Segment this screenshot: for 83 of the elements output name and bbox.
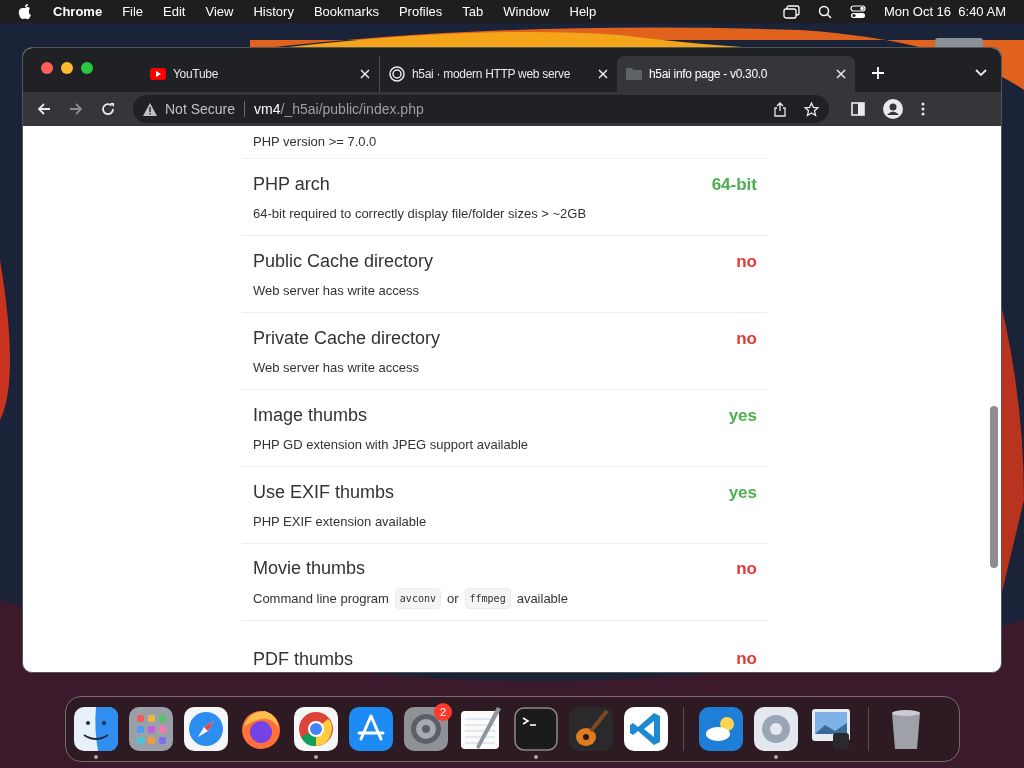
plus-icon[interactable]: [871, 66, 885, 80]
menu-item[interactable]: Bookmarks: [313, 1, 379, 22]
check-description: Web server has write access: [253, 281, 420, 300]
menu-item[interactable]: Profiles: [398, 1, 443, 22]
screens-icon[interactable]: [782, 4, 800, 19]
menu-clock[interactable]: Mon Oct 16 6:40 AM: [883, 1, 1006, 22]
check-status: yes: [728, 404, 757, 427]
check-description: available: [516, 589, 568, 608]
close-icon[interactable]: [598, 69, 608, 79]
star-icon[interactable]: [804, 101, 819, 117]
check-status: no: [736, 327, 757, 350]
weather-cloud-icon[interactable]: [699, 707, 743, 751]
check-title: PHP arch: [253, 172, 330, 196]
check-description: PHP version >= 7.0.0: [253, 133, 378, 152]
chevron-down-icon[interactable]: [975, 69, 987, 77]
compass-icon[interactable]: [184, 707, 228, 751]
browser-tab[interactable]: h5ai info page - v0.30.0: [617, 56, 855, 92]
menu-item[interactable]: Window: [503, 1, 550, 22]
check-description: Command line program: [253, 589, 389, 608]
warning-icon: [143, 102, 157, 116]
menu-item[interactable]: Help: [569, 1, 597, 22]
check-title: Movie thumbs: [253, 557, 366, 580]
reload-icon[interactable]: [101, 102, 115, 116]
check-description: Web server has write access: [253, 358, 420, 377]
app-grid-icon[interactable]: [129, 707, 173, 751]
check-title: Public Cache directory: [253, 249, 434, 273]
close-window-button[interactable]: [41, 62, 53, 74]
check-title: PDF thumbs: [253, 647, 354, 671]
check-title: Image thumbs: [253, 403, 368, 427]
terminal-icon[interactable]: [514, 707, 558, 751]
tab-title: YouTube: [173, 66, 220, 83]
photo-viewer-icon[interactable]: [809, 707, 853, 751]
ring-icon: [389, 66, 405, 82]
notepad-pen-icon[interactable]: [459, 707, 503, 751]
video-play-icon: [150, 68, 166, 80]
forward-arrow-icon[interactable]: [69, 102, 83, 116]
check-status: 64-bit: [711, 173, 757, 196]
more-menu-icon[interactable]: [921, 102, 925, 116]
menu-item[interactable]: View: [205, 1, 234, 22]
menu-item[interactable]: Tab: [462, 1, 484, 22]
scrollbar-thumb[interactable]: [990, 406, 998, 568]
back-arrow-icon[interactable]: [37, 102, 51, 116]
notification-badge: 2: [434, 703, 452, 721]
security-label: Not Secure: [165, 99, 236, 119]
menu-item[interactable]: File: [122, 1, 144, 22]
browser-tab[interactable]: YouTube: [141, 56, 379, 92]
gear-icon[interactable]: [754, 707, 798, 751]
apple-logo-icon[interactable]: [18, 3, 32, 20]
code-editor-icon[interactable]: [624, 707, 668, 751]
check-status: no: [736, 557, 757, 580]
menu-app-name[interactable]: Chrome: [53, 1, 103, 22]
side-panel-icon[interactable]: [851, 102, 865, 116]
settings-icon[interactable]: [404, 707, 448, 751]
tab-title: h5ai info page - v0.30.0: [649, 66, 769, 83]
address-bar[interactable]: Not Secure vm4/_h5ai/public/index.php: [133, 95, 829, 123]
close-icon[interactable]: [836, 69, 846, 79]
check-description: PHP GD extension with JPEG support available: [253, 435, 530, 454]
share-icon[interactable]: [774, 101, 786, 117]
search-icon[interactable]: [817, 4, 832, 19]
check-title: Use EXIF thumbs: [253, 480, 395, 504]
check-description: PHP EXIF extension available: [253, 512, 428, 531]
folder-icon: [626, 67, 642, 81]
app-store-icon[interactable]: [349, 707, 393, 751]
check-description: 64-bit required to correctly display file/folder sizes > ~2GB: [253, 204, 588, 223]
check-title: Private Cache directory: [253, 326, 441, 350]
check-status: no: [736, 250, 757, 273]
check-description: or: [446, 589, 459, 608]
menu-item[interactable]: Edit: [163, 1, 186, 22]
menu-item[interactable]: History: [253, 1, 294, 22]
profile-icon[interactable]: [883, 99, 903, 119]
tab-title: h5ai · modern HTTP web serve: [412, 66, 572, 83]
guitar-icon[interactable]: [569, 707, 613, 751]
code-snippet: ffmpeg: [464, 588, 511, 609]
check-status: no: [736, 648, 757, 671]
toggles-icon[interactable]: [849, 4, 866, 19]
browser-logo-icon[interactable]: [294, 707, 338, 751]
close-icon[interactable]: [360, 69, 370, 79]
zoom-window-button[interactable]: [81, 62, 93, 74]
url-text: vm4/_h5ai/public/index.php: [254, 99, 424, 119]
check-status: yes: [728, 481, 757, 504]
smiley-face-icon[interactable]: [74, 707, 118, 751]
code-snippet: avconv: [394, 588, 441, 609]
minimize-window-button[interactable]: [61, 62, 73, 74]
